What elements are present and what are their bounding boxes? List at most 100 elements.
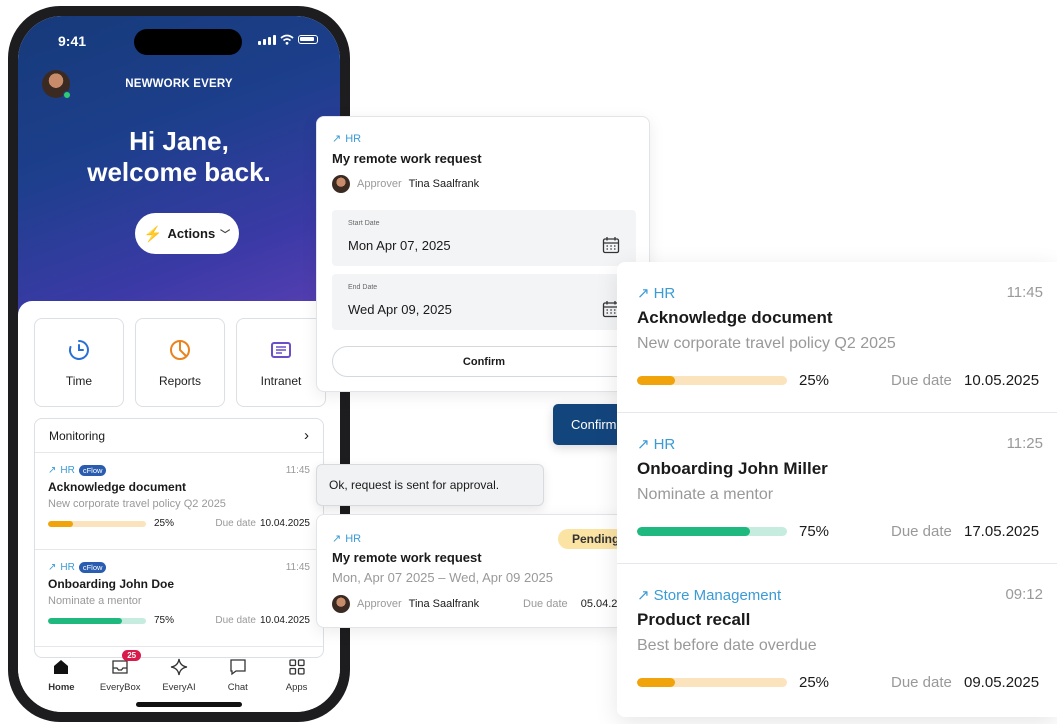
item-time: 11:45 xyxy=(285,465,310,476)
monitoring-item[interactable]: ↗ HR cFlow 11:45 Acknowledge document Ne… xyxy=(35,453,323,550)
due-date: 10.05.2025 xyxy=(964,372,1040,389)
battery-icon xyxy=(298,35,318,44)
task-subtitle: Nominate a mentor xyxy=(637,486,774,503)
trend-icon: ↗ xyxy=(48,465,57,476)
due-label: Due date xyxy=(523,598,568,610)
online-status-dot xyxy=(63,91,71,99)
tile-reports[interactable]: Reports xyxy=(135,318,225,407)
tile-time-label: Time xyxy=(65,373,93,388)
status-badge: Pending xyxy=(558,529,625,549)
monitoring-header[interactable]: Monitoring › xyxy=(35,419,323,453)
status-icons xyxy=(258,34,318,45)
progress-percent: 25% xyxy=(799,674,830,691)
start-date-field[interactable]: Start Date Mon Apr 07, 2025 xyxy=(332,210,636,266)
tab-apps-label: Apps xyxy=(285,682,308,693)
approver-name: Tina Saalfrank xyxy=(408,598,480,610)
task-time: 11:25 xyxy=(1006,435,1043,452)
category-tag: ↗ HR xyxy=(637,284,675,303)
actions-button[interactable]: ⚡ Actions ﹀ xyxy=(135,213,239,254)
dynamic-island xyxy=(134,29,242,55)
confirmation-toast: Ok, request is sent for approval. xyxy=(316,464,544,506)
chevron-down-icon: ﹀ xyxy=(220,230,231,241)
category-tag: ↗ HR xyxy=(332,132,362,146)
progress-percent: 25% xyxy=(154,518,175,529)
task-item[interactable]: ↗ Store Management 09:12 Product recall B… xyxy=(617,564,1057,715)
actions-label: Actions xyxy=(167,226,216,241)
tile-time[interactable]: Time xyxy=(34,318,124,407)
task-list-panel: ↗ HR 11:45 Acknowledge document New corpo… xyxy=(617,262,1057,717)
confirm-outline-button[interactable]: Confirm xyxy=(332,346,636,377)
item-title: Acknowledge document xyxy=(48,480,187,494)
approver-label: Approver xyxy=(357,178,402,190)
progress-percent: 25% xyxy=(799,372,830,389)
monitoring-item[interactable]: ↗ HR cFlow 11:45 Onboarding John Doe Nom… xyxy=(35,550,323,647)
signal-icon xyxy=(258,34,276,45)
tile-intranet-label: Intranet xyxy=(260,373,302,388)
task-title: Onboarding John Miller xyxy=(637,459,828,478)
pie-chart-icon xyxy=(170,339,190,360)
home-indicator xyxy=(136,702,242,707)
end-date-label: End Date xyxy=(348,284,378,291)
category-label: HR xyxy=(345,132,362,145)
calendar-icon[interactable] xyxy=(602,236,620,254)
task-title: Product recall xyxy=(637,610,751,629)
item-title: Onboarding John Doe xyxy=(48,577,174,591)
quick-tiles: Time Reports Intranet xyxy=(34,318,326,407)
category-label: HR xyxy=(653,435,676,453)
progress-fill xyxy=(48,520,73,527)
progress-percent: 75% xyxy=(799,523,830,540)
lightning-icon: ⚡ xyxy=(143,225,163,243)
tab-everybox-label: EveryBox xyxy=(99,682,141,693)
due-label: Due date xyxy=(215,518,256,529)
item-time: 11:45 xyxy=(285,562,310,573)
greeting-line-1: Hi Jane, xyxy=(129,126,229,156)
due-date: 17.05.2025 xyxy=(964,523,1040,540)
greeting: Hi Jane, welcome back. xyxy=(18,126,340,188)
tab-everyai-label: EveryAI xyxy=(162,682,196,693)
task-item[interactable]: ↗ HR 11:25 Onboarding John Miller Nominat… xyxy=(617,413,1057,564)
due-date: 05.04.2 xyxy=(580,598,618,610)
progress-bar xyxy=(637,527,787,536)
home-content: Time Reports Intranet Monitoring › ↗ HR … xyxy=(18,301,340,712)
task-subtitle: New corporate travel policy Q2 2025 xyxy=(637,335,896,352)
monitoring-card: Monitoring › ↗ HR cFlow 11:45 Acknowledg… xyxy=(34,418,324,658)
home-icon xyxy=(54,660,69,674)
pending-request-card[interactable]: ↗ HR Pending My remote work request Mon,… xyxy=(316,514,626,628)
newspaper-icon xyxy=(271,341,291,358)
end-date-field[interactable]: End Date Wed Apr 09, 2025 xyxy=(332,274,636,330)
item-tag: HR xyxy=(60,465,75,476)
progress-fill xyxy=(637,678,675,687)
progress-bar xyxy=(637,376,787,385)
phone-frame: 9:41 NEWWORK EVERY Hi Jane, welcome back… xyxy=(8,6,350,722)
tab-home-label: Home xyxy=(48,682,75,693)
marketing-composite: 9:41 NEWWORK EVERY Hi Jane, welcome back… xyxy=(0,0,1057,724)
progress-bar xyxy=(48,520,146,527)
task-item[interactable]: ↗ HR 11:45 Acknowledge document New corpo… xyxy=(617,262,1057,413)
trend-icon: ↗ xyxy=(332,533,342,545)
approver-row: Approver Tina Saalfrank xyxy=(332,595,479,613)
status-time: 9:41 xyxy=(58,33,87,49)
tab-apps[interactable]: Apps xyxy=(269,658,325,712)
category-tag: ↗ HR xyxy=(332,532,362,546)
due-label: Due date xyxy=(891,674,952,691)
greeting-line-2: welcome back. xyxy=(87,157,271,187)
item-tag: HR xyxy=(60,562,75,573)
tab-home[interactable]: Home xyxy=(33,658,89,712)
tile-intranet[interactable]: Intranet xyxy=(236,318,326,407)
task-title: Acknowledge document xyxy=(637,308,833,327)
approver-name: Tina Saalfrank xyxy=(408,178,480,190)
task-time: 11:45 xyxy=(1006,284,1043,301)
category-label: Store Management xyxy=(653,586,782,604)
progress-bar xyxy=(637,678,787,687)
phone-screen: 9:41 NEWWORK EVERY Hi Jane, welcome back… xyxy=(18,16,340,712)
clock-icon xyxy=(69,339,89,360)
tile-reports-label: Reports xyxy=(158,373,202,388)
monitoring-title: Monitoring xyxy=(49,428,106,443)
approver-avatar xyxy=(332,175,350,193)
category-label: HR xyxy=(345,532,362,545)
apps-grid-icon xyxy=(288,659,305,675)
start-date-value: Mon Apr 07, 2025 xyxy=(348,238,451,253)
trend-icon: ↗ xyxy=(48,562,57,573)
due-label: Due date xyxy=(891,372,952,389)
due-label: Due date xyxy=(891,523,952,540)
